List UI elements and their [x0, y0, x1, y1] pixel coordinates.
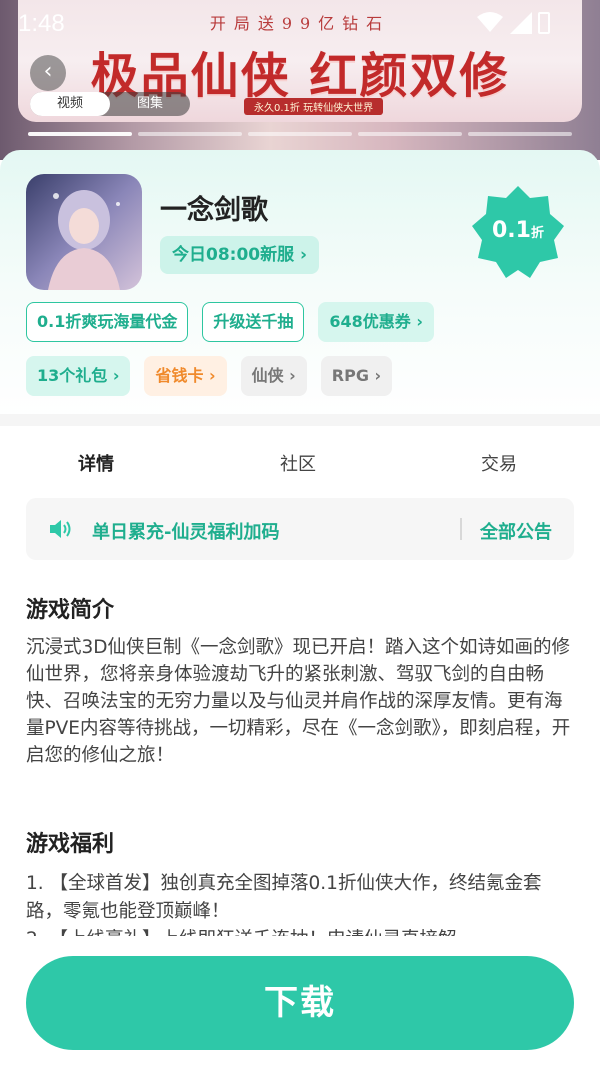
tag-gift-packs[interactable]: 13个礼包 › — [26, 356, 131, 396]
signal-icon — [510, 12, 532, 34]
tag-list: 0.1折爽玩海量代金 升级送千抽 648优惠券 › 13个礼包 › 省钱卡 › … — [26, 302, 586, 410]
wifi-icon — [477, 12, 503, 32]
status-time: 1:48 — [18, 10, 65, 37]
tag-row: 13个礼包 › 省钱卡 › 仙侠 › RPG › — [26, 356, 586, 396]
tab-trade[interactable]: 交易 — [481, 450, 517, 476]
tag-coupon[interactable]: 648优惠券 › — [318, 302, 434, 342]
pager-dot — [358, 132, 462, 136]
game-title: 一念剑歌 — [160, 195, 268, 226]
pager-dot — [138, 132, 242, 136]
tab-community[interactable]: 社区 — [280, 450, 316, 476]
pager-dot — [28, 132, 132, 136]
intro-title: 游戏简介 — [26, 598, 115, 623]
announcement-separator — [460, 518, 462, 540]
tag-voucher[interactable]: 0.1折爽玩海量代金 — [26, 302, 189, 342]
intro-body: 沉浸式3D仙侠巨制《一念剑歌》现已开启！踏入这个如诗如画的修仙世界，您将亲身体验… — [26, 637, 571, 766]
tag-saving-card[interactable]: 省钱卡 › — [144, 356, 227, 396]
status-icons — [476, 10, 552, 36]
tab-details[interactable]: 详情 — [78, 450, 114, 476]
status-bar: 1:48 — [0, 0, 600, 46]
discount-unit: 折 — [530, 226, 544, 241]
discount-value: 0.1折 — [470, 218, 566, 243]
benefits-title: 游戏福利 — [26, 832, 115, 857]
new-server-tag[interactable]: 今日08:00新服 › — [160, 236, 320, 274]
download-button[interactable]: 下载 — [26, 956, 574, 1050]
banner[interactable]: 开局送99亿钻石 极品仙侠 红颜双修 永久0.1折 玩转仙侠大世界 1:48 ‹… — [0, 0, 600, 160]
announcement-text: 单日累充-仙灵福利加码 — [92, 522, 280, 543]
media-switch: 视频 图集 — [30, 92, 190, 116]
all-announcements-link[interactable]: 全部公告 — [480, 518, 552, 544]
pager-dot — [248, 132, 352, 136]
banner-pager — [28, 132, 572, 136]
benefit-item: 1. 【全球首发】独创真充全图掉落0.1折仙侠大作，终结氪金套路，零氪也能登顶巅… — [26, 873, 542, 922]
game-info-card: 一念剑歌 今日08:00新服 › 0.1折 0.1折爽玩海量代金 升级送千抽 6… — [0, 150, 600, 420]
tag-row: 0.1折爽玩海量代金 升级送千抽 648优惠券 › — [26, 302, 586, 342]
detail-tabs: 详情 社区 交易 — [0, 426, 600, 496]
announcement-bar[interactable]: 单日累充-仙灵福利加码 全部公告 — [26, 498, 574, 560]
album-tab[interactable]: 图集 — [110, 92, 190, 116]
section-divider — [0, 414, 600, 426]
discount-number: 0.1 — [492, 218, 531, 243]
banner-subtitle: 永久0.1折 玩转仙侠大世界 — [244, 98, 384, 115]
tag-genre-xianxia[interactable]: 仙侠 › — [240, 356, 307, 396]
game-detail-page: 开局送99亿钻石 极品仙侠 红颜双修 永久0.1折 玩转仙侠大世界 1:48 ‹… — [0, 0, 600, 1066]
speaker-icon — [50, 520, 71, 538]
tag-levelup-draw[interactable]: 升级送千抽 — [202, 302, 305, 342]
video-tab[interactable]: 视频 — [30, 92, 110, 116]
game-icon — [26, 174, 142, 290]
back-button[interactable]: ‹ — [30, 55, 66, 91]
tag-genre-rpg[interactable]: RPG › — [320, 356, 393, 396]
battery-icon — [538, 12, 550, 34]
discount-badge: 0.1折 — [470, 184, 566, 280]
pager-dot — [468, 132, 572, 136]
